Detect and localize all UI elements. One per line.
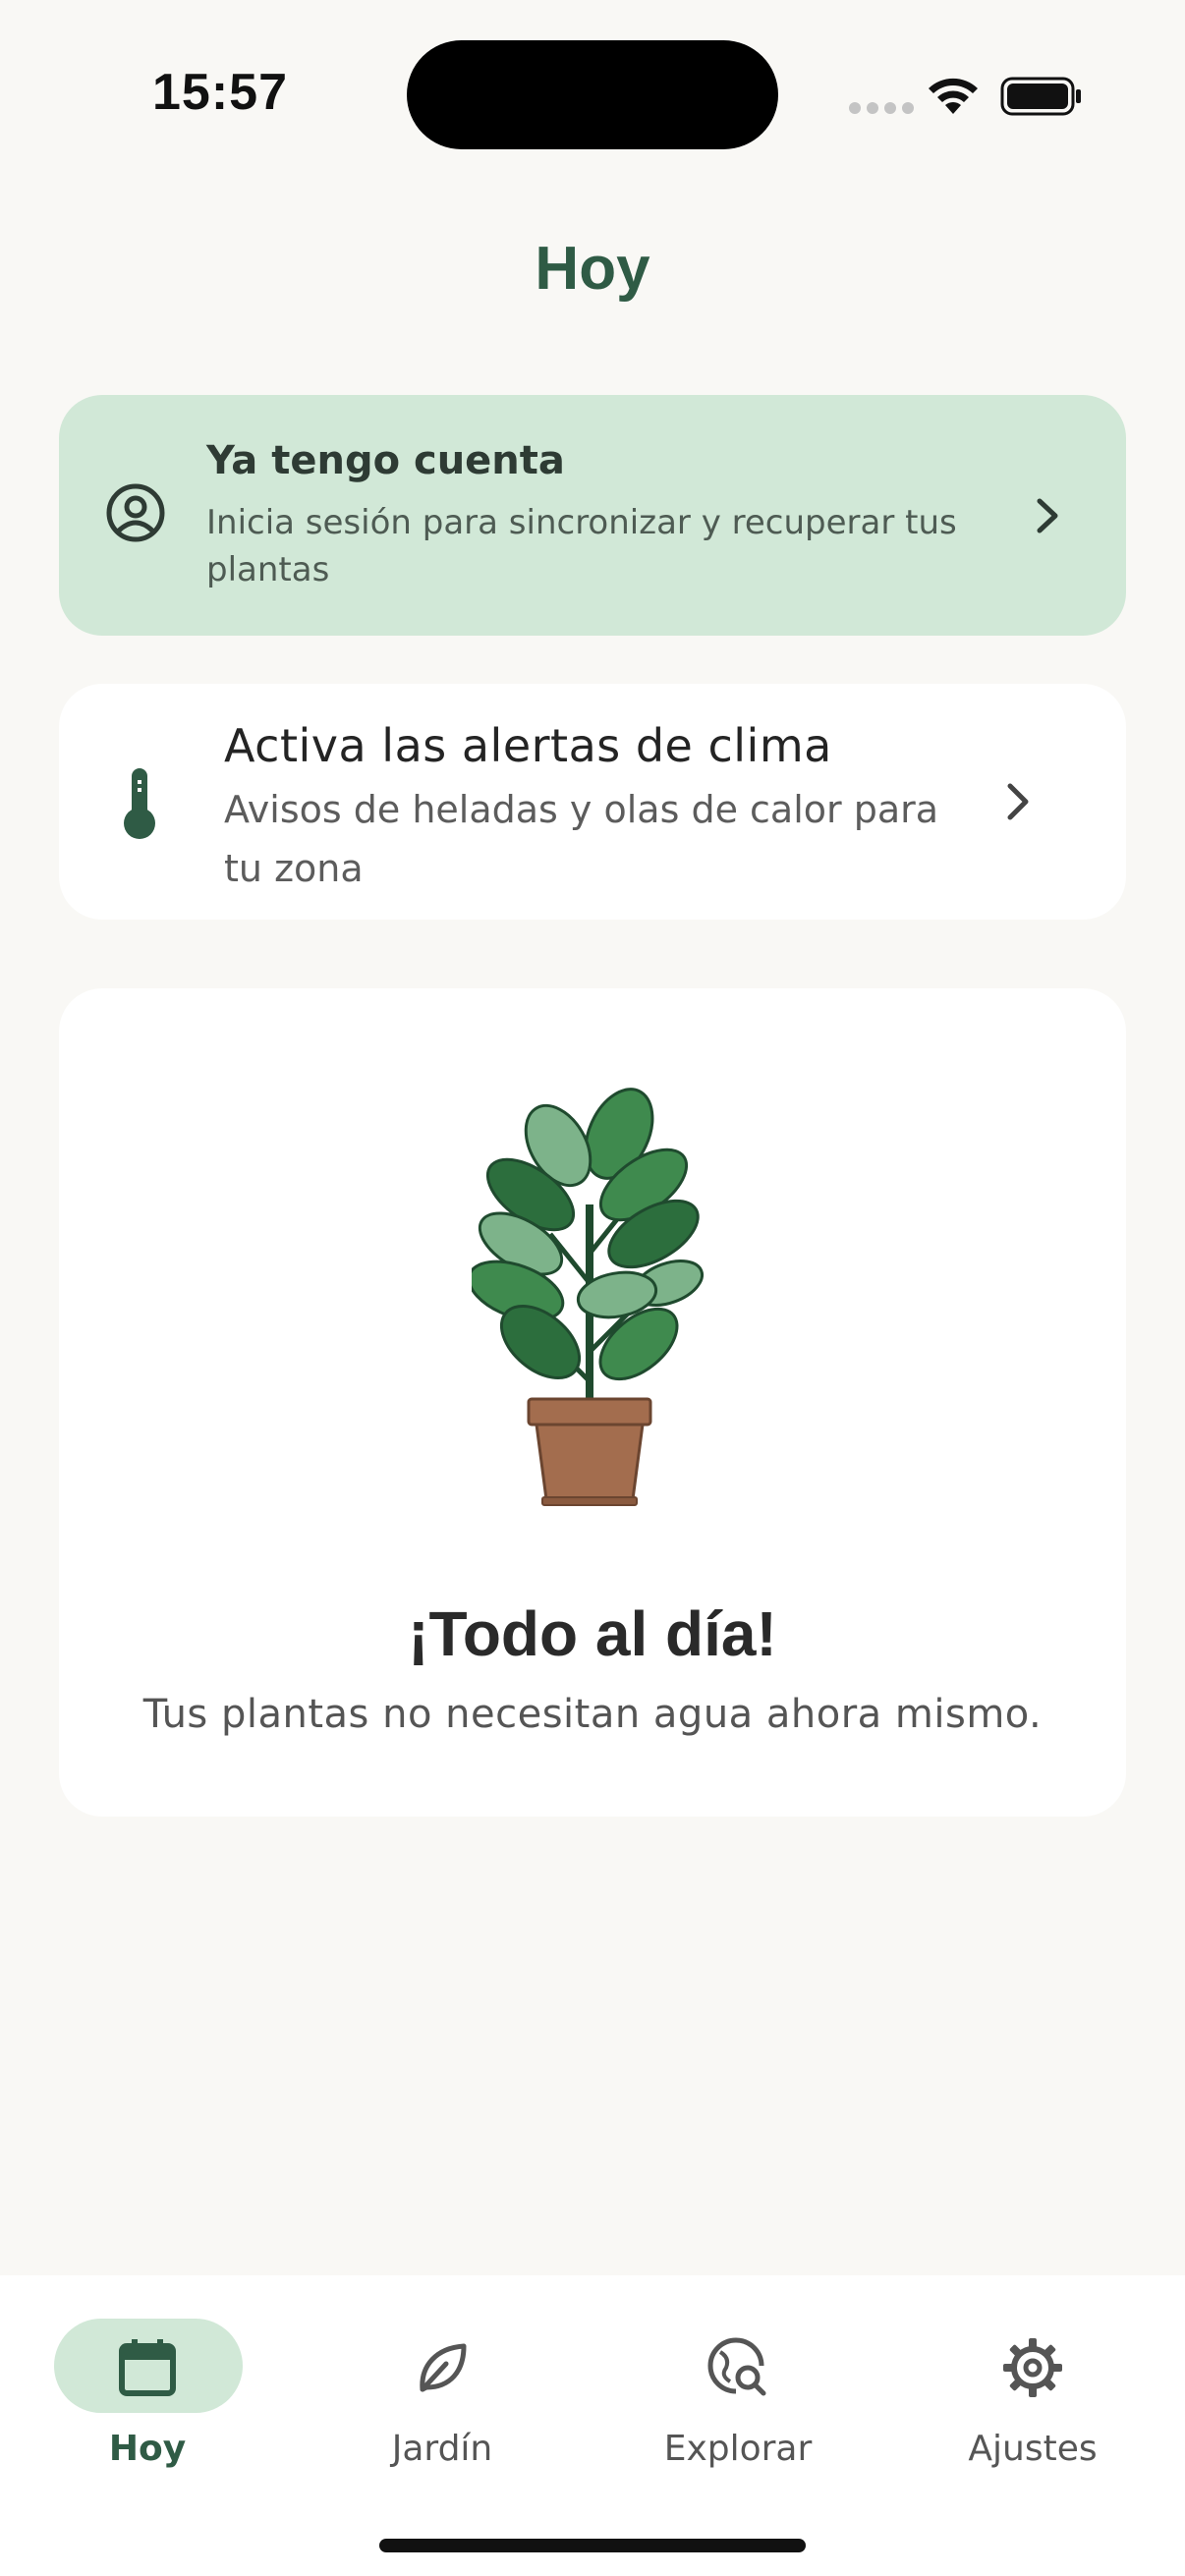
cellular-signal-icon bbox=[849, 102, 914, 114]
bottom-tab-bar: Hoy Jardín Explorar Ajustes bbox=[0, 2275, 1185, 2576]
sign-in-card[interactable]: Ya tengo cuenta Inicia sesión para sincr… bbox=[59, 395, 1126, 636]
thermometer-icon bbox=[124, 768, 155, 839]
empty-state-subtitle: Tus plantas no necesitan agua ahora mism… bbox=[142, 1692, 1043, 1737]
status-bar: 15:57 bbox=[0, 0, 1185, 196]
tab-label: Ajustes bbox=[968, 2429, 1098, 2469]
chevron-right-icon bbox=[1007, 783, 1029, 820]
wifi-icon bbox=[929, 78, 978, 114]
calendar-icon bbox=[119, 2339, 176, 2396]
weather-alerts-card[interactable]: Activa las alertas de clima Avisos de he… bbox=[59, 684, 1126, 920]
empty-state-title: ¡Todo al día! bbox=[408, 1598, 777, 1669]
weather-alerts-title: Activa las alertas de clima bbox=[224, 719, 832, 772]
tab-garden[interactable]: Jardín bbox=[295, 2297, 590, 2474]
chevron-right-icon bbox=[1037, 498, 1058, 533]
weather-alerts-subtitle: Avisos de heladas y olas de calor para t… bbox=[224, 788, 939, 890]
leaf-icon bbox=[420, 2343, 467, 2392]
gear-icon bbox=[1003, 2338, 1062, 2397]
battery-icon bbox=[1000, 77, 1081, 116]
explore-search-icon bbox=[707, 2337, 766, 2396]
sign-in-subtitle: Inicia sesión para sincronizar y recuper… bbox=[206, 503, 957, 589]
tab-label: Explorar bbox=[663, 2429, 813, 2469]
sign-in-title: Ya tengo cuenta bbox=[206, 438, 565, 483]
account-circle-icon bbox=[106, 483, 165, 542]
tab-label: Jardín bbox=[391, 2429, 493, 2469]
dynamic-island bbox=[407, 40, 778, 149]
potted-plant-illustration bbox=[472, 1088, 705, 1506]
tab-today[interactable]: Hoy bbox=[0, 2297, 295, 2474]
tab-settings[interactable]: Ajustes bbox=[885, 2297, 1180, 2474]
page-title: Hoy bbox=[535, 235, 650, 303]
status-time: 15:57 bbox=[152, 64, 288, 121]
home-indicator bbox=[379, 2539, 806, 2552]
tab-explore[interactable]: Explorar bbox=[591, 2297, 885, 2474]
tab-label: Hoy bbox=[108, 2429, 187, 2469]
empty-state-card: ¡Todo al día! Tus plantas no necesitan a… bbox=[59, 988, 1126, 1817]
